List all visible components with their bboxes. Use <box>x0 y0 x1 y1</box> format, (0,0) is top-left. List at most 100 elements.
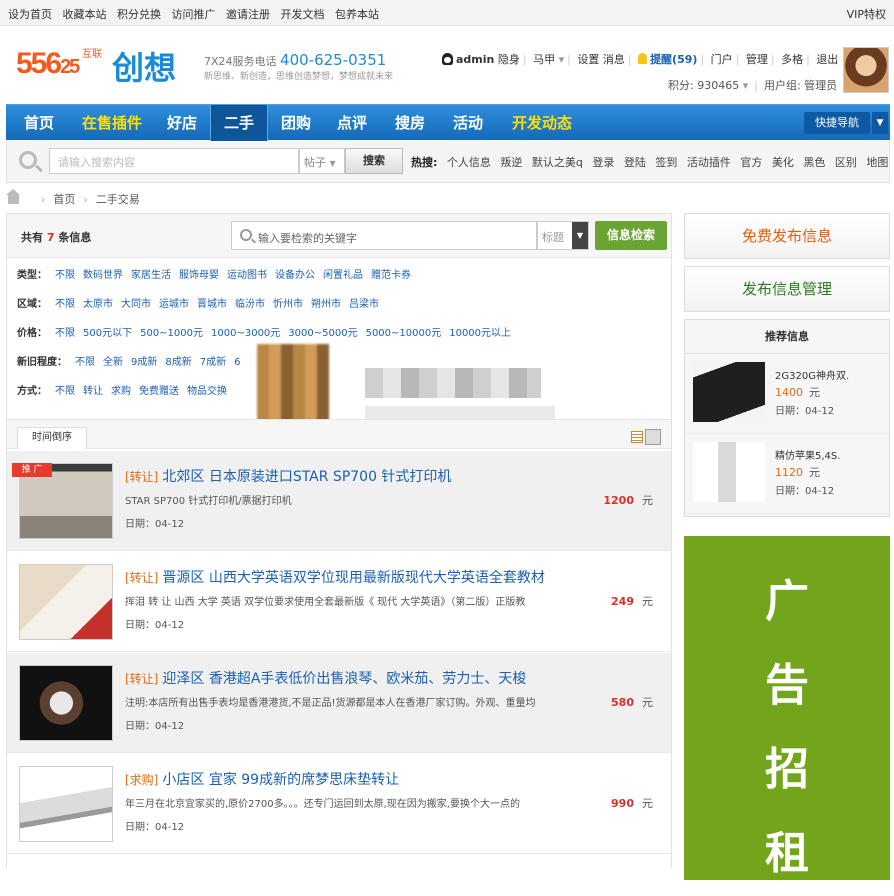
hot-item[interactable]: 登录 <box>592 156 614 169</box>
invisible-status[interactable]: 隐身 <box>498 53 520 66</box>
manage-link[interactable]: 管理 <box>746 53 768 66</box>
avatar[interactable] <box>843 47 889 93</box>
vip-link[interactable]: VIP特权 <box>847 6 886 22</box>
filter-option[interactable]: 运动图书 <box>227 270 267 281</box>
filter-option[interactable]: 家居生活 <box>131 270 171 281</box>
list-view-icon[interactable] <box>631 431 643 443</box>
logo-number[interactable]: 55625 <box>16 47 80 81</box>
hot-item[interactable]: 签到 <box>655 156 677 169</box>
recommended-thumbnail[interactable] <box>693 442 765 502</box>
manage-posts-button[interactable]: 发布信息管理 <box>684 266 890 312</box>
filter-option[interactable]: 吕梁市 <box>349 299 379 310</box>
ad-banner[interactable]: 广 告 招 租 <box>684 536 890 880</box>
hot-item[interactable]: 叛逆 <box>500 156 522 169</box>
filter-option[interactable]: 转让 <box>83 386 103 397</box>
grid-view-icon[interactable] <box>645 429 661 445</box>
filter-option[interactable]: 7成新 <box>200 357 226 368</box>
filter-option[interactable]: 9成新 <box>131 357 157 368</box>
filter-option[interactable]: 忻州市 <box>273 299 303 310</box>
listing-thumbnail[interactable] <box>19 665 113 741</box>
top-link-support[interactable]: 包养本站 <box>335 8 379 21</box>
filter-option[interactable]: 赠范卡券 <box>371 270 411 281</box>
filter-option[interactable]: 太原市 <box>83 299 113 310</box>
top-link-points-exchange[interactable]: 积分兑换 <box>117 8 161 21</box>
list-item[interactable]: [转让] 迎泽区 香港超A手表低价出售浪琴、欧米茄、劳力士、天梭 注明:本店所有出… <box>7 653 671 753</box>
list-item[interactable]: [转让] 晋源区 山西大学英语双学位现用最新版现代大学英语全套教材 挥泪 转 让 … <box>7 552 671 652</box>
filter-option[interactable]: 6 <box>234 357 240 368</box>
recommended-thumbnail[interactable] <box>693 362 765 422</box>
logo-text[interactable]: 创想 <box>112 43 176 89</box>
list-item[interactable]: [转让] 北郊区 日本原装进口STAR SP700 针式打印机 STAR SP70… <box>7 451 671 551</box>
filter-option[interactable]: 全新 <box>103 357 123 368</box>
filter-option[interactable]: 数码世界 <box>83 270 123 281</box>
filter-option[interactable]: 运城市 <box>159 299 189 310</box>
filter-option[interactable]: 不限 <box>55 270 75 281</box>
majia-dropdown[interactable]: 马甲 <box>533 53 555 66</box>
publish-button[interactable]: 免费发布信息 <box>684 213 890 259</box>
listing-title[interactable]: [转让] 迎泽区 香港超A手表低价出售浪琴、欧米茄、劳力士、天梭 <box>125 668 526 688</box>
nav-home[interactable]: 首页 <box>10 105 68 141</box>
recommended-item-title[interactable]: 精仿苹果5,4S. <box>775 447 840 462</box>
filter-option[interactable]: 不限 <box>75 357 95 368</box>
nav-group-buy[interactable]: 团购 <box>270 105 322 141</box>
listing-title[interactable]: [求购] 小店区 宜家 99成新的席梦思床垫转让 <box>125 769 399 789</box>
listing-title[interactable]: [转让] 晋源区 山西大学英语双学位现用最新版现代大学英语全套教材 <box>125 567 545 587</box>
quick-nav-button[interactable]: 快捷导航 <box>804 112 870 134</box>
keyword-field-select[interactable]: 标题 ▼ <box>537 221 589 250</box>
listing-title[interactable]: [转让] 北郊区 日本原装进口STAR SP700 针式打印机 <box>125 466 451 486</box>
recommended-item-title[interactable]: 2G320G神舟双. <box>775 367 849 382</box>
filter-option[interactable]: 500~1000元 <box>140 328 203 339</box>
nav-plugins[interactable]: 在售插件 <box>70 105 154 141</box>
filter-option[interactable]: 不限 <box>55 328 75 339</box>
filter-option[interactable]: 1000~3000元 <box>211 328 280 339</box>
filter-option[interactable]: 闲置礼品 <box>323 270 363 281</box>
nav-second-hand[interactable]: 二手 <box>210 105 268 141</box>
messages-link[interactable]: 消息 <box>603 53 625 66</box>
settings-link[interactable]: 设置 <box>577 53 599 66</box>
listing-thumbnail[interactable] <box>19 766 113 842</box>
home-icon[interactable] <box>6 189 20 204</box>
search-input[interactable]: 请输入搜索内容 <box>49 148 299 174</box>
top-link-promote[interactable]: 访问推广 <box>172 8 216 21</box>
nav-housing[interactable]: 搜房 <box>382 105 438 141</box>
listing-thumbnail[interactable] <box>19 564 113 640</box>
top-link-invite[interactable]: 邀请注册 <box>226 8 270 21</box>
hot-item[interactable]: 黑色 <box>803 156 825 169</box>
breadcrumb-home[interactable]: 首页 <box>53 193 75 206</box>
nav-reviews[interactable]: 点评 <box>324 105 380 141</box>
search-button[interactable]: 搜索 <box>345 148 403 174</box>
hot-item[interactable]: 活动插件 <box>687 156 731 169</box>
filter-option[interactable]: 大同市 <box>121 299 151 310</box>
user-group[interactable]: 用户组: 管理员 <box>764 79 837 92</box>
search-type-select[interactable]: 帖子 ▼ <box>299 148 345 174</box>
info-search-button[interactable]: 信息检索 <box>595 221 667 250</box>
remind-link[interactable]: 提醒(59) <box>650 53 697 66</box>
filter-option[interactable]: 晋城市 <box>197 299 227 310</box>
filter-option[interactable]: 3000~5000元 <box>288 328 357 339</box>
filter-option[interactable]: 10000元以上 <box>449 328 511 339</box>
filter-option[interactable]: 8成新 <box>165 357 191 368</box>
nav-shops[interactable]: 好店 <box>156 105 208 141</box>
chevron-down-icon[interactable]: ▼ <box>872 112 888 134</box>
portal-link[interactable]: 门户 <box>711 53 733 66</box>
hot-item[interactable]: 地图 <box>866 156 888 169</box>
hot-item[interactable]: 登陆 <box>624 156 646 169</box>
filter-option[interactable]: 设备办公 <box>275 270 315 281</box>
hot-item[interactable]: 官方 <box>740 156 762 169</box>
recommended-item[interactable]: 精仿苹果5,4S. 1120 元 日期：04-12 <box>685 434 889 514</box>
logout-link[interactable]: 退出 <box>816 53 838 66</box>
filter-option[interactable]: 朔州市 <box>311 299 341 310</box>
filter-option[interactable]: 5000~10000元 <box>366 328 442 339</box>
filter-option[interactable]: 不限 <box>55 386 75 397</box>
filter-option[interactable]: 500元以下 <box>83 328 132 339</box>
hot-item[interactable]: 美化 <box>772 156 794 169</box>
points[interactable]: 积分: 930465 <box>668 79 739 92</box>
keyword-input[interactable]: 输入要检索的关键字 <box>231 221 537 250</box>
filter-option[interactable]: 物品交换 <box>187 386 227 397</box>
hot-item[interactable]: 默认之美q <box>532 156 583 169</box>
sort-by-time-tab[interactable]: 时间倒序 <box>17 427 87 449</box>
top-link-set-home[interactable]: 设为首页 <box>8 8 52 21</box>
recommended-item[interactable]: 2G320G神舟双. 1400 元 日期：04-12 <box>685 354 889 434</box>
nav-dev-news[interactable]: 开发动态 <box>500 105 584 141</box>
filter-option[interactable]: 不限 <box>55 299 75 310</box>
